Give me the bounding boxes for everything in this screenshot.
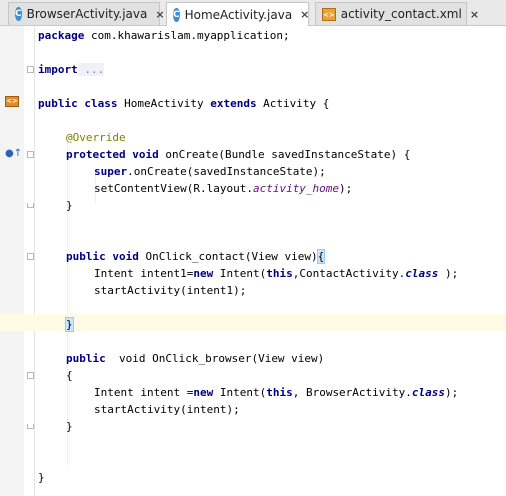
close-icon[interactable]: × — [155, 8, 164, 21]
code-line[interactable]: Intent intent1=new Intent(this,ContactAc… — [94, 265, 458, 282]
override-marker-icon[interactable]: ●↑ — [5, 148, 22, 160]
code-line[interactable]: } — [65, 316, 74, 333]
code-line[interactable]: @Override — [66, 129, 126, 146]
matched-brace: } — [65, 317, 74, 332]
fold-toggle-icon[interactable] — [27, 151, 34, 158]
tab-home-activity[interactable]: C HomeActivity.java × — [166, 2, 309, 26]
fold-toggle-icon[interactable] — [27, 66, 34, 73]
tab-activity-contact-xml[interactable]: <> activity_contact.xml × — [315, 2, 479, 25]
code-line[interactable]: package com.khawarislam.myapplication; — [38, 27, 290, 44]
folded-imports[interactable]: ... — [77, 63, 105, 76]
code-line[interactable]: import ... — [38, 61, 105, 78]
code-line[interactable]: Intent intent =new Intent(this, BrowserA… — [94, 384, 458, 401]
close-icon[interactable]: × — [300, 8, 309, 21]
tab-label: HomeActivity.java — [184, 7, 293, 22]
xml-layout-icon: <> — [322, 7, 336, 21]
code-line[interactable]: setContentView(R.layout.activity_home); — [94, 180, 352, 197]
code-line[interactable]: public class HomeActivity extends Activi… — [38, 95, 329, 112]
code-line[interactable]: startActivity(intent1); — [94, 282, 246, 299]
code-line[interactable]: } — [66, 418, 73, 435]
tab-label: activity_contact.xml — [340, 7, 462, 21]
code-line[interactable]: startActivity(intent); — [94, 401, 240, 418]
code-line[interactable]: } — [38, 469, 45, 486]
class-icon: C — [15, 7, 22, 21]
indent-guide — [67, 136, 68, 466]
fold-toggle-icon[interactable] — [27, 253, 34, 260]
editor-tab-bar: C BrowserActivity.java × C HomeActivity.… — [0, 0, 506, 26]
code-line[interactable]: super.onCreate(savedInstanceState); — [94, 163, 326, 180]
fold-end-icon[interactable] — [27, 203, 34, 208]
class-icon: C — [173, 7, 180, 22]
tab-browser-activity[interactable]: C BrowserActivity.java × — [8, 2, 165, 25]
code-editor[interactable]: package com.khawarislam.myapplication; i… — [35, 26, 506, 496]
text-caret — [72, 318, 74, 332]
matched-brace: { — [316, 249, 326, 264]
close-icon[interactable]: × — [470, 8, 479, 21]
code-line[interactable]: { — [66, 367, 73, 384]
code-line[interactable]: protected void onCreate(Bundle savedInst… — [66, 146, 410, 163]
code-line[interactable]: public void OnClick_contact(View view){ — [66, 248, 326, 265]
fold-toggle-icon[interactable] — [27, 372, 34, 379]
code-line[interactable]: public void OnClick_browser(View view) — [66, 350, 324, 367]
tab-label: BrowserActivity.java — [26, 7, 148, 21]
fold-end-icon[interactable] — [27, 424, 34, 429]
activity-class-icon[interactable]: <> — [5, 96, 19, 107]
code-line[interactable]: } — [66, 197, 73, 214]
